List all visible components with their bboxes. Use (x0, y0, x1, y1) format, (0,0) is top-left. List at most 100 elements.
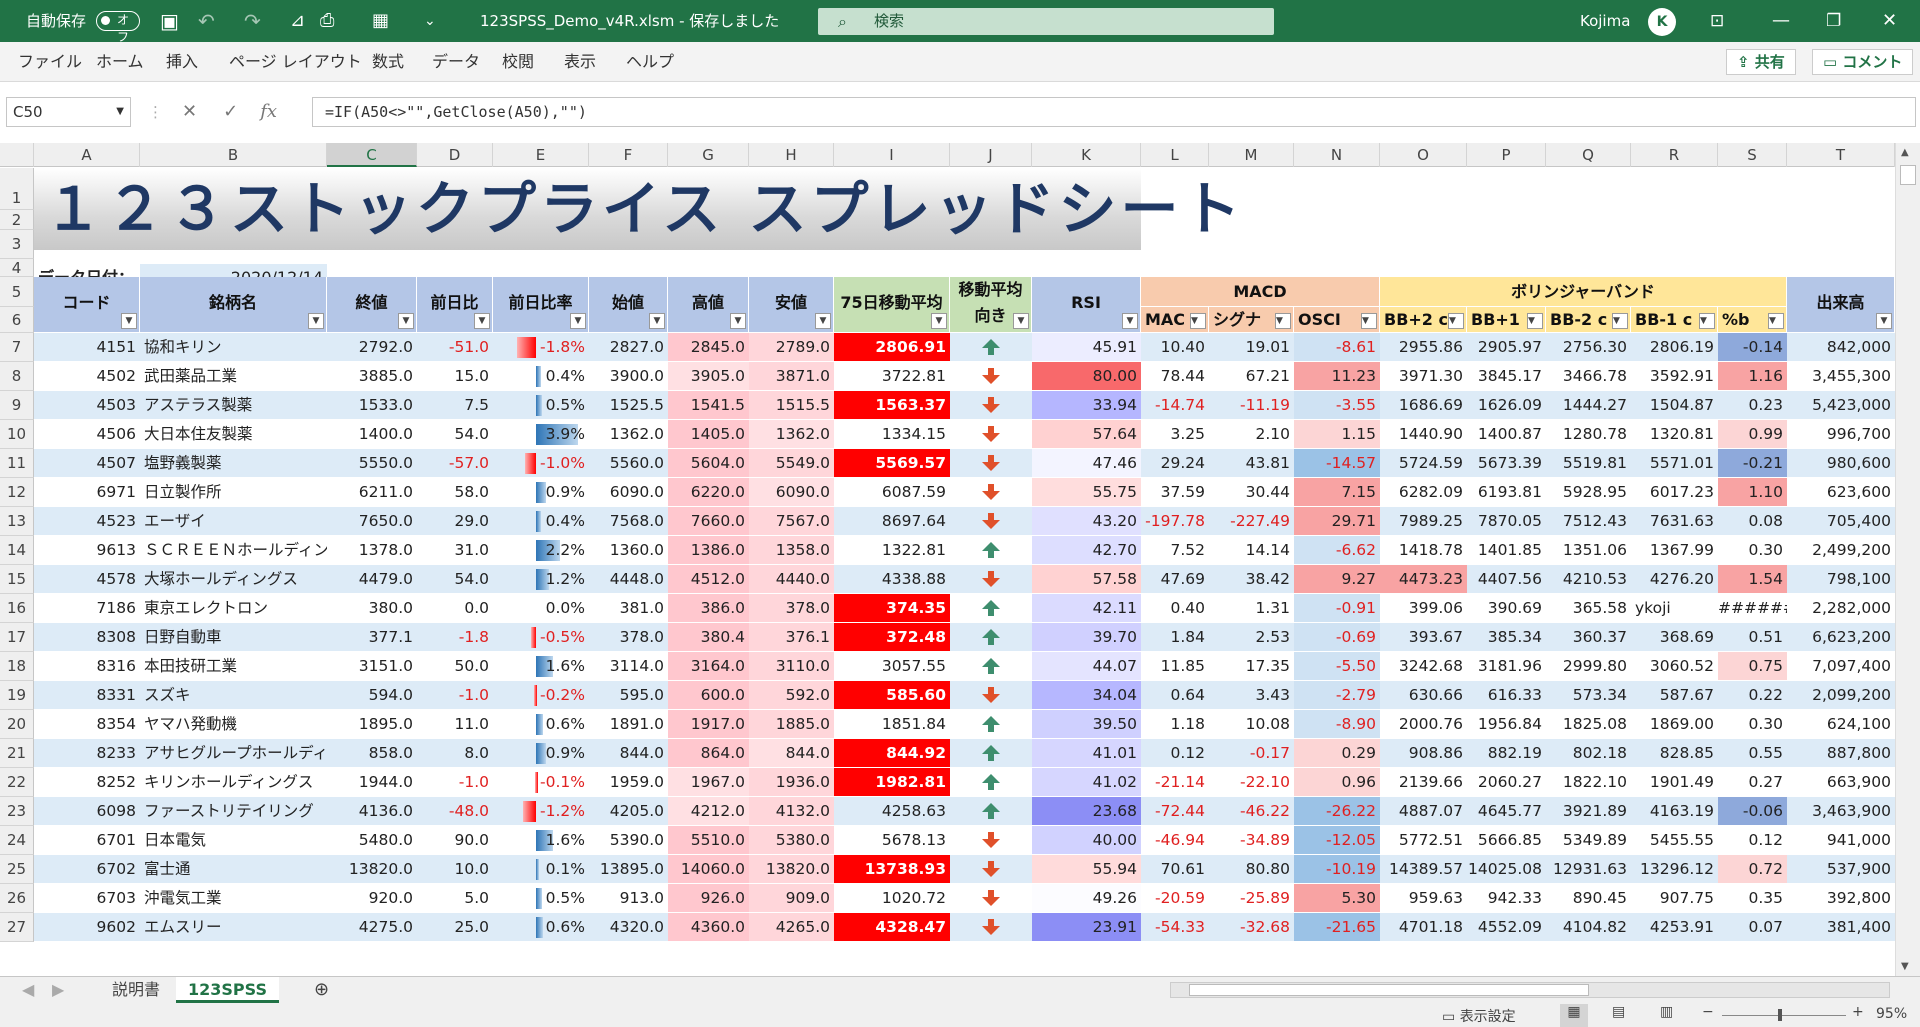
cell-high[interactable]: 1967.0 (668, 768, 749, 797)
cell-low[interactable]: 376.1 (749, 623, 834, 652)
row-header[interactable]: 10 (0, 420, 34, 449)
column-header-l[interactable]: L (1141, 143, 1209, 167)
cell-bbm1[interactable]: 4253.91 (1631, 913, 1718, 942)
cell-close[interactable]: 4479.0 (327, 565, 417, 594)
cell-high[interactable]: 1541.5 (668, 391, 749, 420)
cell-bbm1[interactable]: 907.75 (1631, 884, 1718, 913)
row-header[interactable]: 13 (0, 507, 34, 536)
cell-name[interactable]: 日立製作所 (140, 478, 327, 507)
cell-chg[interactable]: -51.0 (417, 333, 493, 362)
trend-down-icon[interactable] (950, 681, 1032, 710)
zoom-slider-thumb[interactable] (1778, 1009, 1782, 1021)
row-header[interactable]: 21 (0, 739, 34, 768)
cell-chg[interactable]: -57.0 (417, 449, 493, 478)
cell-bbm1[interactable]: 13296.12 (1631, 855, 1718, 884)
cell-code[interactable]: 6703 (34, 884, 140, 913)
column-header-o[interactable]: O (1380, 143, 1467, 167)
cell-rsi[interactable]: 40.00 (1032, 826, 1141, 855)
trend-down-icon[interactable] (950, 913, 1032, 942)
cell-low[interactable]: 13820.0 (749, 855, 834, 884)
cell-name[interactable]: 富士通 (140, 855, 327, 884)
column-header-j[interactable]: J (950, 143, 1032, 167)
cell-osc[interactable]: -3.55 (1294, 391, 1380, 420)
row-header[interactable]: 4 (0, 259, 34, 277)
cell-low[interactable]: 4440.0 (749, 565, 834, 594)
filter-dropdown-icon[interactable]: ▼ (398, 313, 414, 329)
cell-osc[interactable]: 11.23 (1294, 362, 1380, 391)
cell-chg[interactable]: 8.0 (417, 739, 493, 768)
cell-ma[interactable]: 8697.64 (834, 507, 950, 536)
cell-rsi[interactable]: 44.07 (1032, 652, 1141, 681)
cell-sig[interactable]: -227.49 (1209, 507, 1294, 536)
cell-high[interactable]: 600.0 (668, 681, 749, 710)
cell-bbp2[interactable]: 2000.76 (1380, 710, 1467, 739)
cell-low[interactable]: 1885.0 (749, 710, 834, 739)
cell-bbp2[interactable]: 5772.51 (1380, 826, 1467, 855)
next-sheet-icon[interactable]: ▶ (40, 977, 76, 1003)
cell-mac[interactable]: 1.18 (1141, 710, 1209, 739)
vertical-scrollbar[interactable]: ▲ ▼ (1895, 143, 1920, 976)
cell-bbm1[interactable]: 3060.52 (1631, 652, 1718, 681)
row-header[interactable]: 7 (0, 333, 34, 362)
cell-bbm1[interactable]: 1320.81 (1631, 420, 1718, 449)
cell-close[interactable]: 3151.0 (327, 652, 417, 681)
cell-bbm1[interactable]: 7631.63 (1631, 507, 1718, 536)
cell-bbp1[interactable]: 5666.85 (1467, 826, 1546, 855)
cell-vol[interactable]: 705,400 (1787, 507, 1895, 536)
cell-rsi[interactable]: 49.26 (1032, 884, 1141, 913)
trend-up-icon[interactable] (950, 768, 1032, 797)
cell-rsi[interactable]: 39.50 (1032, 710, 1141, 739)
cell-pb[interactable]: 0.51 (1718, 623, 1787, 652)
name-box[interactable]: C50 ▼ (6, 97, 131, 127)
cell-ma[interactable]: 13738.93 (834, 855, 950, 884)
row-header[interactable]: 19 (0, 681, 34, 710)
cell-pb[interactable]: 0.27 (1718, 768, 1787, 797)
zoom-level[interactable]: 95% (1876, 1006, 1907, 1022)
zoom-slider[interactable] (1722, 1009, 1846, 1021)
cell-pb[interactable]: -0.06 (1718, 797, 1787, 826)
cell-chg[interactable]: 5.0 (417, 884, 493, 913)
cell-osc[interactable]: -8.90 (1294, 710, 1380, 739)
filter-dropdown-icon[interactable]: ▼ (1768, 313, 1784, 329)
display-settings[interactable]: ▭ 表示設定 (1442, 1006, 1516, 1026)
cell-code[interactable]: 4507 (34, 449, 140, 478)
cell-bbp2[interactable]: 5724.59 (1380, 449, 1467, 478)
cell-bbm1[interactable]: 1367.99 (1631, 536, 1718, 565)
cell-sig[interactable]: 19.01 (1209, 333, 1294, 362)
cell-chg[interactable]: 90.0 (417, 826, 493, 855)
tab-page-layout[interactable]: ページ レイアウト (229, 42, 362, 82)
cell-bbm1[interactable]: 2806.19 (1631, 333, 1718, 362)
cell-bbp2[interactable]: 6282.09 (1380, 478, 1467, 507)
cell-chg[interactable]: 10.0 (417, 855, 493, 884)
cell-open[interactable]: 4205.0 (589, 797, 668, 826)
cell-open[interactable]: 1891.0 (589, 710, 668, 739)
cell-pb[interactable]: 0.23 (1718, 391, 1787, 420)
tab-review[interactable]: 校閲 (502, 42, 534, 82)
cell-ma[interactable]: 844.92 (834, 739, 950, 768)
cell-high[interactable]: 1917.0 (668, 710, 749, 739)
cell-vol[interactable]: 3,455,300 (1787, 362, 1895, 391)
undo-icon[interactable]: ↶ (198, 0, 215, 42)
cell-code[interactable]: 8308 (34, 623, 140, 652)
cell-pct[interactable]: -0.1% (493, 768, 589, 797)
cell-open[interactable]: 1360.0 (589, 536, 668, 565)
cell-close[interactable]: 2792.0 (327, 333, 417, 362)
cell-mac[interactable]: 37.59 (1141, 478, 1209, 507)
cell-mac[interactable]: 0.64 (1141, 681, 1209, 710)
cell-code[interactable]: 4578 (34, 565, 140, 594)
cell-name[interactable]: キリンホールディングス (140, 768, 327, 797)
cell-code[interactable]: 6971 (34, 478, 140, 507)
cell-bbm2[interactable]: 4210.53 (1546, 565, 1631, 594)
cell-name[interactable]: ヤマハ発動機 (140, 710, 327, 739)
cell-sig[interactable]: 2.10 (1209, 420, 1294, 449)
cell-open[interactable]: 2827.0 (589, 333, 668, 362)
cell-code[interactable]: 8233 (34, 739, 140, 768)
cell-chg[interactable]: 11.0 (417, 710, 493, 739)
cell-mac[interactable]: 3.25 (1141, 420, 1209, 449)
header-bollinger-sub-4[interactable]: %b ▼ (1718, 307, 1787, 333)
cell-pb[interactable]: ###### (1718, 594, 1787, 623)
cell-bbm1[interactable]: 4276.20 (1631, 565, 1718, 594)
column-header-k[interactable]: K (1032, 143, 1141, 167)
cell-high[interactable]: 1405.0 (668, 420, 749, 449)
cell-rsi[interactable]: 43.20 (1032, 507, 1141, 536)
